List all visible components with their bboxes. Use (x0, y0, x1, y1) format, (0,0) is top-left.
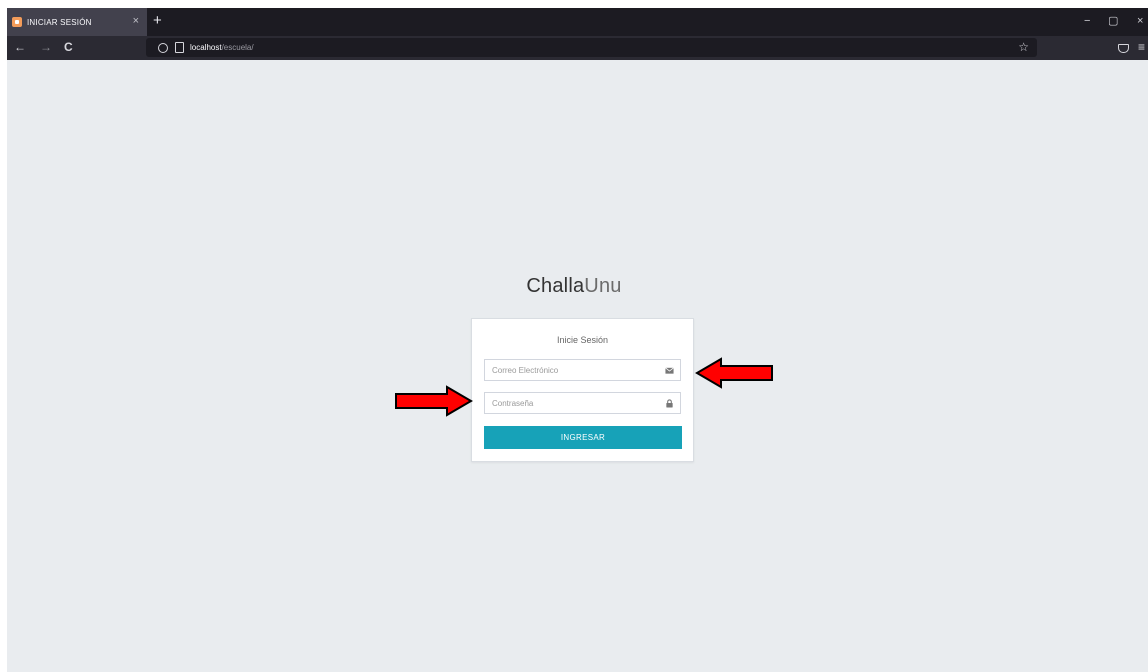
login-card: Inicie Sesión INGRESAR (471, 318, 694, 462)
annotation-arrow-left-icon (695, 357, 773, 389)
annotation-arrow-right-icon (395, 385, 473, 417)
tab-close-icon[interactable]: × (133, 15, 139, 27)
tab-bar: INICIAR SESIÓN × + − ▢ × (7, 8, 1148, 36)
close-window-button[interactable]: × (1137, 15, 1143, 27)
login-submit-button[interactable]: INGRESAR (484, 426, 682, 449)
back-button[interactable]: ← (14, 40, 26, 54)
restore-button[interactable]: ▢ (1108, 15, 1118, 27)
lock-icon (666, 399, 673, 408)
brand-name-bold: Challa (526, 275, 585, 297)
forward-button[interactable]: → (40, 40, 52, 54)
url-text[interactable]: localhost/escuela/ (190, 42, 254, 53)
site-favicon-icon (12, 17, 22, 27)
url-host: localhost (190, 43, 222, 52)
page-info-icon[interactable] (175, 42, 184, 53)
pocket-icon[interactable] (1118, 44, 1129, 53)
reload-button[interactable]: C (64, 40, 73, 54)
nav-toolbar: ← → C localhost/escuela/ ☆ ≡ (7, 36, 1148, 60)
brand-name-light: Unu (584, 275, 622, 297)
email-field (484, 359, 681, 381)
envelope-icon (665, 367, 674, 374)
tab-title: INICIAR SESIÓN (27, 17, 92, 27)
login-title: Inicie Sesión (556, 335, 609, 345)
bookmark-star-icon[interactable]: ☆ (1018, 40, 1029, 54)
password-input[interactable] (485, 393, 680, 413)
tracking-shield-icon[interactable] (158, 43, 168, 53)
menu-icon[interactable]: ≡ (1138, 40, 1145, 54)
brand-logo: ChallaUnu (0, 275, 1148, 298)
address-bar[interactable]: localhost/escuela/ ☆ (146, 38, 1037, 57)
new-tab-button[interactable]: + (153, 13, 162, 29)
email-input[interactable] (485, 360, 680, 380)
minimize-button[interactable]: − (1084, 15, 1090, 27)
password-field (484, 392, 681, 414)
url-path: /escuela/ (221, 43, 254, 52)
tab-iniciar-sesion[interactable]: INICIAR SESIÓN × (7, 8, 147, 36)
